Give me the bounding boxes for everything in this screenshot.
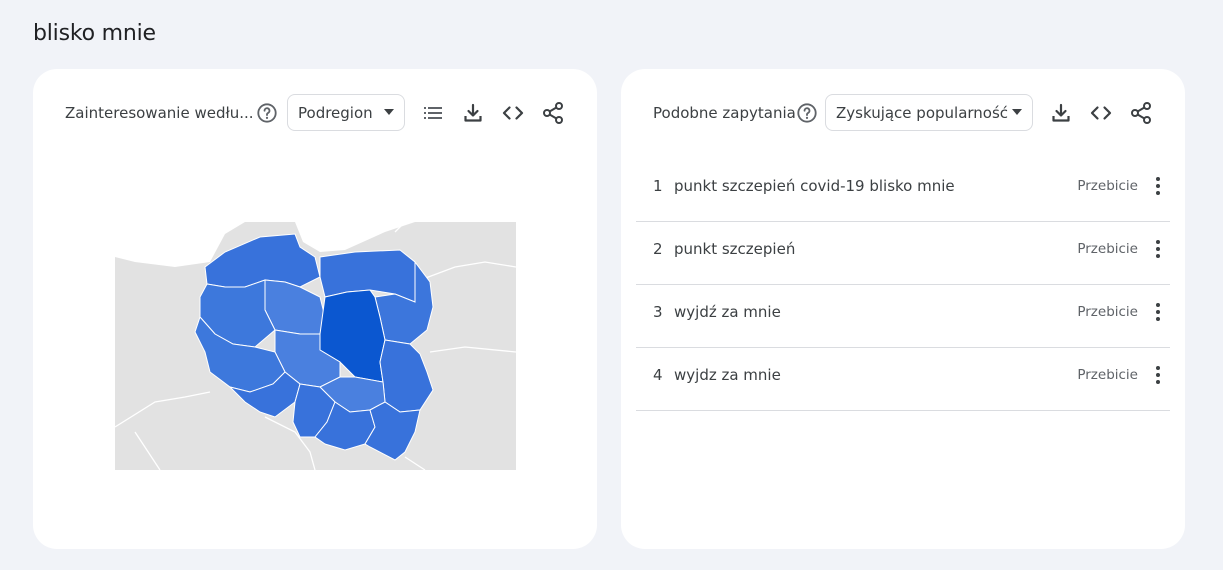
download-icon[interactable] — [1049, 101, 1073, 125]
query-row[interactable]: 2 punkt szczepień Przebicie — [636, 222, 1170, 285]
help-icon[interactable] — [256, 102, 278, 124]
embed-code-icon[interactable] — [501, 101, 525, 125]
download-icon[interactable] — [461, 101, 485, 125]
region-resolution-dropdown[interactable]: Podregion — [287, 94, 405, 131]
query-link[interactable]: wyjdź za mnie — [674, 303, 781, 321]
query-value: Przebicie — [1077, 178, 1138, 194]
query-row[interactable]: 1 punkt szczepień covid-19 blisko mnie P… — [636, 159, 1170, 222]
query-row[interactable]: 3 wyjdź za mnie Przebicie — [636, 285, 1170, 348]
interest-by-region-card: Zainteresowanie wedłu... Podregion — [33, 69, 597, 549]
query-row[interactable]: 4 wyjdz za mnie Przebicie — [636, 348, 1170, 411]
related-queries-list: 1 punkt szczepień covid-19 blisko mnie P… — [636, 159, 1170, 411]
query-rank: 3 — [653, 303, 663, 321]
more-vert-icon[interactable] — [1154, 176, 1162, 196]
dropdown-value: Podregion — [298, 104, 373, 122]
query-value: Przebicie — [1077, 304, 1138, 320]
query-type-dropdown[interactable]: Zyskujące popularność — [825, 94, 1033, 131]
card-header: Podobne zapytania Zyskujące popularność — [621, 94, 1185, 132]
page-title: blisko mnie — [33, 21, 156, 46]
card-title: Podobne zapytania — [653, 104, 796, 122]
region-map — [115, 222, 516, 470]
related-queries-card: Podobne zapytania Zyskujące popularność … — [621, 69, 1185, 549]
caret-down-icon — [1012, 109, 1022, 115]
card-header: Zainteresowanie wedłu... Podregion — [33, 94, 597, 132]
dropdown-value: Zyskujące popularność — [836, 104, 1009, 122]
query-value: Przebicie — [1077, 241, 1138, 257]
query-rank: 1 — [653, 177, 663, 195]
query-value: Przebicie — [1077, 367, 1138, 383]
share-icon[interactable] — [541, 101, 565, 125]
more-vert-icon[interactable] — [1154, 302, 1162, 322]
query-link[interactable]: wyjdz za mnie — [674, 366, 781, 384]
query-rank: 4 — [653, 366, 663, 384]
help-icon[interactable] — [796, 102, 818, 124]
query-link[interactable]: punkt szczepień — [674, 240, 795, 258]
more-vert-icon[interactable] — [1154, 365, 1162, 385]
embed-code-icon[interactable] — [1089, 101, 1113, 125]
caret-down-icon — [384, 109, 394, 115]
list-icon[interactable] — [421, 101, 445, 125]
more-vert-icon[interactable] — [1154, 239, 1162, 259]
share-icon[interactable] — [1129, 101, 1153, 125]
query-link[interactable]: punkt szczepień covid-19 blisko mnie — [674, 177, 955, 195]
card-title: Zainteresowanie wedłu... — [65, 104, 254, 122]
query-rank: 2 — [653, 240, 663, 258]
